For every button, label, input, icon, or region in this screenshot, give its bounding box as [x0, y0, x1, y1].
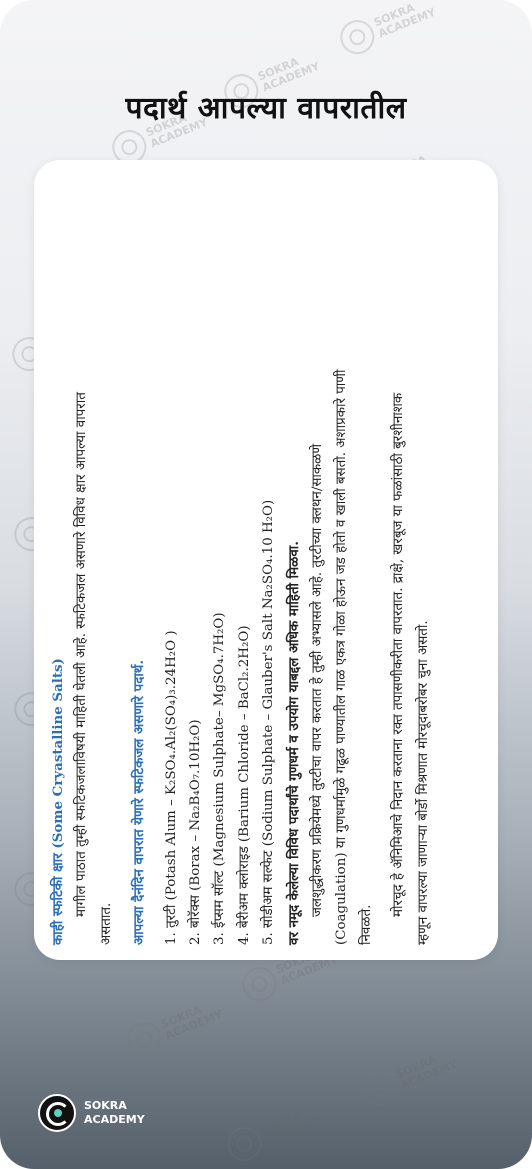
- watermark-text: ACADEMY: [263, 1112, 325, 1148]
- watermark-text: SOKRA: [393, 1053, 439, 1082]
- intro-text: असतात.: [98, 902, 114, 945]
- watermark-text: SOKRA: [258, 1108, 304, 1137]
- page: SOKRA ACADEMY SOKRA ACADEMY SOKRA ACADEMY S…: [0, 0, 532, 1169]
- logo-icon: [38, 1094, 76, 1132]
- watermark-text: ACADEMY: [398, 1057, 460, 1093]
- brand-logo: SOKRA ACADEMY: [38, 1094, 145, 1132]
- content-card: काही स्फटिकी क्षार (Some Cryastalline Sa…: [34, 160, 498, 960]
- watermark-text: ACADEMY: [376, 5, 438, 41]
- logo-text: ACADEMY: [84, 1113, 145, 1126]
- watermark-logo-icon: [122, 1016, 167, 1062]
- list-item: 2. बोरॅक्स (Borax – Na₂B₄O₇.10H₂O): [188, 719, 204, 945]
- watermark: SOKRAACADEMY: [357, 1043, 461, 1112]
- section-heading: काही स्फटिकी क्षार (Some Cryastalline Sa…: [50, 658, 66, 945]
- logo-text: SOKRA: [84, 1099, 127, 1112]
- watermark-text: SOKRA: [158, 1003, 204, 1032]
- intro-text: मागील पाठात तुम्ही स्फटिकजलाविषयी माहिती…: [74, 392, 90, 917]
- paragraph-text: जलशुद्धीकरण प्रक्रियेमध्ये तुरटीचा वापर …: [310, 443, 326, 917]
- watermark-logo-icon: [222, 1121, 267, 1167]
- watermark-text: ACADEMY: [163, 1007, 225, 1043]
- watermark: SOKRAACADEMY: [222, 1098, 326, 1167]
- paragraph-text: (Coagulation) या गुणधर्मामुळे गढूळ पाण्य…: [334, 369, 350, 945]
- page-title: पदार्थ आपल्या वापरातील: [125, 91, 407, 126]
- watermark-logo-icon: [357, 1066, 402, 1112]
- paragraph-text: मोरचूद हे ॲनिमिआचे निदान करताना रक्त तपा…: [391, 392, 407, 917]
- watermark-logo-icon: [237, 961, 282, 1007]
- paragraph-text: निवळते.: [358, 904, 374, 945]
- list-item: 3. ईप्सम सॉल्ट (Magnesium Sulphate– MgSO…: [212, 612, 228, 945]
- paragraph-text: म्हणून वापरल्या जाणाऱ्या बोर्डो मिश्रणात…: [415, 620, 431, 945]
- list-item: 1. तुरटी (Potash Alum – K₂SO₄.Al₂(SO₄)₃.…: [163, 630, 179, 945]
- list-item: 4. बेरीअम क्लोराइड (Barium Chloride – Ba…: [236, 625, 252, 945]
- list-item: 5. सोडीअम सल्फेट (Sodium Sulphate – Glau…: [261, 499, 277, 945]
- rotated-text-block: काही स्फटिकी क्षार (Some Cryastalline Sa…: [46, 175, 486, 945]
- watermark: SOKRAACADEMY: [122, 993, 226, 1062]
- watermark-text: SOKRA: [255, 55, 301, 84]
- sub-heading: आपल्या दैनंदिन वापरात येणारे स्फटिकजल अस…: [131, 659, 148, 945]
- task-text: वर नमूद केलेल्या विविध पदार्थांचे गुणधर्…: [285, 541, 302, 945]
- watermark-text: SOKRA: [371, 1, 417, 30]
- watermark: SOKRAACADEMY: [335, 0, 439, 60]
- watermark-logo-icon: [335, 14, 380, 60]
